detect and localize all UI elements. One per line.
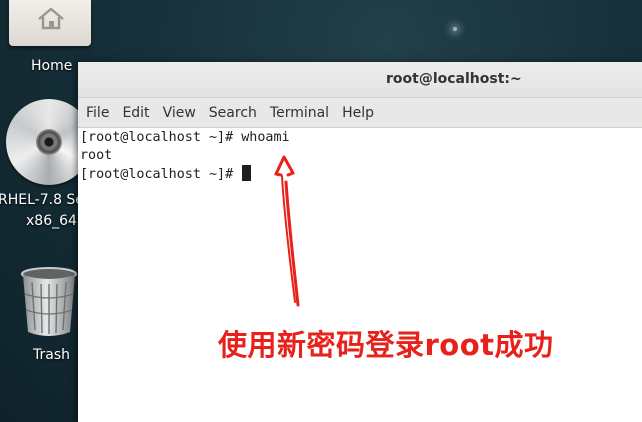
desktop-icon-label: Home	[31, 58, 73, 74]
desktop-icon-trash[interactable]: Trash	[0, 262, 80, 372]
menu-view[interactable]: View	[158, 105, 201, 121]
window-titlebar[interactable]: root@localhost:~	[78, 62, 642, 98]
desktop-icon-label: Trash	[33, 347, 70, 363]
menu-help[interactable]: Help	[337, 105, 379, 121]
menu-search[interactable]: Search	[204, 105, 262, 121]
desktop-icon-label: RHEL-7.8 Se	[0, 192, 84, 208]
menu-edit[interactable]: Edit	[117, 105, 154, 121]
terminal-cursor	[242, 165, 252, 181]
menu-bar: File Edit View Search Terminal Help	[78, 98, 642, 128]
window-title: root@localhost:~	[386, 71, 522, 87]
terminal-line: root	[80, 148, 113, 163]
terminal-window[interactable]: root@localhost:~ File Edit View Search T…	[78, 62, 642, 422]
annotation-text: 使用新密码登录root成功	[218, 328, 554, 362]
menu-terminal[interactable]: Terminal	[265, 105, 334, 121]
annotation-arrow-icon	[274, 155, 300, 307]
terminal-prompt-line: [root@localhost ~]#	[80, 165, 252, 184]
home-folder-icon	[9, 0, 91, 46]
terminal-prompt: [root@localhost ~]#	[80, 167, 242, 182]
desktop-icon-dvd[interactable]: RHEL-7.8 Se x86_64	[0, 95, 92, 235]
desktop-icon-label: x86_64	[26, 213, 77, 229]
terminal-line: [root@localhost ~]# whoami	[80, 130, 290, 145]
wallpaper-light-spot	[443, 17, 467, 41]
trash-bin-icon	[21, 267, 77, 336]
menu-file[interactable]: File	[81, 105, 114, 121]
terminal-body[interactable]: [root@localhost ~]# whoami root [root@lo…	[78, 128, 642, 422]
